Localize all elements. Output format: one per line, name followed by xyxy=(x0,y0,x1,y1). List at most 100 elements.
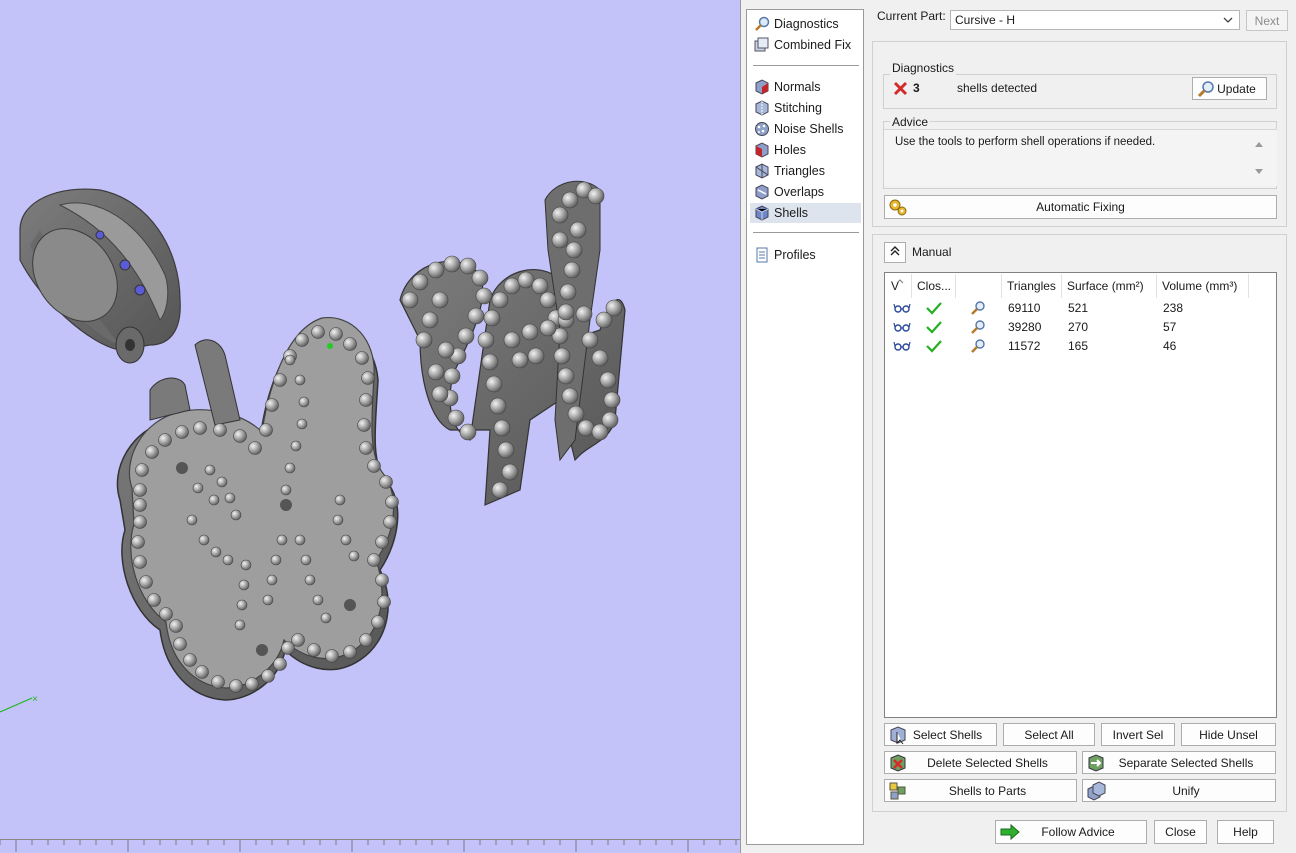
nav-item-triangles[interactable]: Triangles xyxy=(750,161,861,181)
shells-to-parts-button[interactable]: Shells to Parts xyxy=(884,779,1077,802)
manual-label: Manual xyxy=(912,245,952,259)
update-button[interactable]: Update xyxy=(1192,77,1267,100)
bead xyxy=(475,287,493,305)
nav-item-combined-fix[interactable]: Combined Fix xyxy=(750,35,861,55)
zoom-to-shell-icon[interactable] xyxy=(970,336,986,355)
bead xyxy=(222,554,234,566)
automatic-fixing-button[interactable]: Automatic Fixing xyxy=(884,195,1277,219)
zoom-to-shell-icon[interactable] xyxy=(970,298,986,317)
bead xyxy=(261,669,275,683)
nav-item-overlaps[interactable]: Overlaps xyxy=(750,182,861,202)
cell-surface: 165 xyxy=(1068,338,1089,353)
bead xyxy=(503,277,521,295)
bead xyxy=(204,464,216,476)
select-shells-button[interactable]: Select Shells xyxy=(884,723,997,746)
sort-caret-icon xyxy=(896,273,904,287)
bead xyxy=(266,574,278,586)
unify-icon xyxy=(1085,781,1107,801)
bead xyxy=(334,494,346,506)
bead xyxy=(329,327,343,341)
column-header-surface[interactable]: Surface (mm²) xyxy=(1062,274,1157,298)
current-part-dropdown[interactable]: Cursive - H xyxy=(950,10,1240,30)
bead xyxy=(332,514,344,526)
bead xyxy=(186,514,198,526)
bead xyxy=(340,534,352,546)
bead xyxy=(415,331,433,349)
bead xyxy=(311,325,325,339)
bead xyxy=(371,615,385,629)
cell-triangles: 69110 xyxy=(1008,300,1041,315)
bead xyxy=(467,307,485,325)
nav-item-shells[interactable]: Shells xyxy=(750,203,861,223)
column-header-volume[interactable]: Volume (mm³) xyxy=(1157,274,1249,298)
visibility-glasses-icon[interactable] xyxy=(893,317,911,336)
overlaps-icon xyxy=(754,184,770,200)
nav-item-diagnostics[interactable]: Diagnostics xyxy=(750,14,861,34)
separate-shells-icon xyxy=(1085,753,1107,773)
nav-item-holes[interactable]: Holes xyxy=(750,140,861,160)
bead xyxy=(605,299,623,317)
column-header-triangles[interactable]: Triangles xyxy=(1002,274,1062,298)
hide-unselected-button[interactable]: Hide Unsel xyxy=(1181,723,1276,746)
follow-advice-button[interactable]: Follow Advice xyxy=(995,820,1147,844)
bead xyxy=(193,421,207,435)
separate-selected-shells-button[interactable]: Separate Selected Shells xyxy=(1082,751,1276,774)
bead xyxy=(294,534,306,546)
visibility-glasses-icon[interactable] xyxy=(893,336,911,355)
unify-button[interactable]: Unify xyxy=(1082,779,1276,802)
advice-scrollbar[interactable] xyxy=(1252,132,1266,182)
nav-item-stitching[interactable]: Stitching xyxy=(750,98,861,118)
bead xyxy=(280,484,292,496)
automatic-fixing-label: Automatic Fixing xyxy=(1036,200,1125,214)
advice-text: Use the tools to perform shell operation… xyxy=(895,136,1156,148)
bead xyxy=(234,619,246,631)
bead xyxy=(296,418,308,430)
bead xyxy=(133,515,147,529)
table-row[interactable]: 69110 521 238 xyxy=(886,298,1276,317)
bead xyxy=(539,319,557,337)
nav-item-noise-shells[interactable]: Noise Shells xyxy=(750,119,861,139)
invert-selection-button[interactable]: Invert Sel xyxy=(1101,723,1175,746)
nav-item-profiles[interactable]: Profiles xyxy=(750,245,861,265)
bead xyxy=(359,393,373,407)
bead xyxy=(216,476,228,488)
bead xyxy=(367,553,381,567)
arrow-right-icon xyxy=(999,822,1021,842)
column-header-label: Triangles xyxy=(1007,279,1056,293)
bead xyxy=(248,441,262,455)
close-button[interactable]: Close xyxy=(1154,820,1207,844)
table-row[interactable]: 11572 165 46 xyxy=(886,336,1276,355)
nav-item-normals[interactable]: Normals xyxy=(750,77,861,97)
bead xyxy=(281,641,295,655)
delete-selected-shells-button[interactable]: Delete Selected Shells xyxy=(884,751,1077,774)
table-row[interactable]: 39280 270 57 xyxy=(886,317,1276,336)
select-all-button[interactable]: Select All xyxy=(1003,723,1095,746)
bead xyxy=(557,303,575,321)
zoom-to-shell-icon[interactable] xyxy=(970,317,986,336)
unify-label: Unify xyxy=(1172,783,1200,798)
visibility-glasses-icon[interactable] xyxy=(893,298,911,317)
bead xyxy=(569,221,587,239)
bead xyxy=(343,645,357,659)
bead xyxy=(561,387,579,405)
shells-table[interactable]: V Clos... Triangles Surface (mm²) Volume… xyxy=(884,272,1277,718)
column-header-label: Surface (mm²) xyxy=(1067,279,1144,293)
bead xyxy=(563,261,581,279)
next-button[interactable]: Next xyxy=(1246,10,1288,31)
column-header-zoom[interactable] xyxy=(956,274,1002,298)
bead xyxy=(276,534,288,546)
bead xyxy=(491,481,509,499)
bead xyxy=(312,594,324,606)
3d-viewport[interactable]: × xyxy=(0,0,740,853)
column-header-closed[interactable]: Clos... xyxy=(912,274,956,298)
bead xyxy=(135,463,149,477)
bead xyxy=(421,311,439,329)
bead xyxy=(173,637,187,651)
bead xyxy=(375,535,389,549)
collapse-manual-button[interactable] xyxy=(884,242,906,263)
help-button[interactable]: Help xyxy=(1217,820,1274,844)
model-scene[interactable]: × xyxy=(0,0,740,853)
select-shells-icon xyxy=(887,725,909,745)
bead xyxy=(377,595,391,609)
bead xyxy=(497,441,515,459)
